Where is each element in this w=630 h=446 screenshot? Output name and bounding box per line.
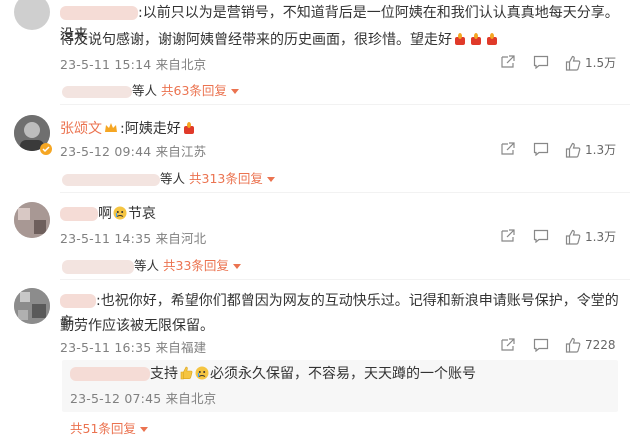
comment-text: 啊节哀 (60, 203, 156, 225)
share-icon (501, 142, 515, 155)
avatar[interactable] (14, 288, 50, 324)
share-icon (501, 55, 515, 68)
like-button[interactable]: 1.3万 (565, 228, 616, 245)
blurred-username[interactable] (70, 367, 150, 381)
candle-emoji (181, 121, 197, 137)
like-count: 7228 (585, 338, 616, 352)
share-button[interactable] (500, 142, 516, 156)
divider (60, 104, 630, 105)
comment-icon (533, 229, 549, 243)
like-count: 1.5万 (585, 56, 617, 70)
blurred-username[interactable] (60, 6, 138, 20)
like-button[interactable]: 1.3万 (565, 141, 616, 158)
share-icon (501, 338, 515, 351)
divider (60, 192, 630, 193)
share-button[interactable] (500, 229, 516, 243)
like-count: 1.3万 (585, 143, 617, 157)
blurred-username[interactable] (60, 294, 96, 308)
share-button[interactable] (500, 338, 516, 352)
like-button[interactable]: 1.5万 (565, 54, 616, 71)
avatar[interactable] (14, 0, 50, 30)
reply-count-link[interactable]: 共33条回复 (163, 258, 229, 273)
comment-icon (533, 142, 549, 156)
like-icon (565, 142, 581, 158)
comment-button[interactable] (533, 55, 549, 69)
like-icon (565, 337, 581, 353)
crying-emoji (194, 366, 210, 382)
comment-meta: 23-5-11 14:35 来自河北 (60, 231, 207, 246)
comment-button[interactable] (533, 338, 549, 352)
comment-text: 张颂文:阿姨走好 (60, 118, 197, 140)
like-icon (565, 55, 581, 71)
comment-button[interactable] (533, 142, 549, 156)
avatar[interactable] (14, 202, 50, 238)
sub-reply-text: 支持 必须永久保留，不容易，天天蹲的一个账号 (70, 363, 476, 385)
sub-reply-meta: 23-5-12 07:45 来自北京 (70, 391, 217, 406)
crying-emoji (112, 206, 128, 222)
blurred-username[interactable] (60, 207, 98, 221)
share-button[interactable] (500, 55, 516, 69)
chevron-down-icon (230, 89, 239, 94)
comment-meta: 23-5-11 16:35 来自福建 (60, 340, 207, 355)
comment-text-line2: 勤劳作应该被无限保留。 (60, 318, 214, 334)
like-button[interactable]: 7228 (565, 337, 616, 353)
comment-meta: 23-5-12 09:44 来自江苏 (60, 144, 207, 159)
blurred-replier (62, 173, 160, 186)
comment-text-line2: 得及说句感谢，谢谢阿姨曾经带来的历史画面，很珍惜。望走好 (60, 29, 500, 51)
reply-count-link[interactable]: 共63条回复 (161, 83, 227, 98)
verified-badge (40, 140, 52, 159)
share-icon (501, 229, 515, 242)
reply-count-link[interactable]: 共313条回复 (189, 171, 263, 186)
reply-summary[interactable]: 等人 共313条回复 (62, 168, 275, 187)
reply-summary[interactable]: 共51条回复 (70, 418, 148, 437)
thumbs-up-emoji (178, 366, 194, 382)
comment-icon (533, 338, 549, 352)
username-link[interactable]: 张颂文 (60, 121, 102, 137)
candle-emoji (452, 32, 500, 48)
reply-summary[interactable]: 等人 共63条回复 (62, 80, 239, 99)
chevron-down-icon (266, 177, 275, 182)
comment-icon (533, 55, 549, 69)
reply-count-link[interactable]: 共51条回复 (70, 421, 136, 436)
divider (60, 279, 630, 280)
blurred-replier (62, 85, 132, 98)
blurred-replier (62, 259, 134, 274)
comment-meta: 23-5-11 15:14 来自北京 (60, 57, 207, 72)
reply-summary[interactable]: 等人 共33条回复 (62, 255, 241, 274)
chevron-down-icon (232, 264, 241, 269)
crown-badge-icon (102, 121, 120, 137)
like-count: 1.3万 (585, 230, 617, 244)
chevron-down-icon (139, 427, 148, 432)
comment-button[interactable] (533, 229, 549, 243)
like-icon (565, 229, 581, 245)
